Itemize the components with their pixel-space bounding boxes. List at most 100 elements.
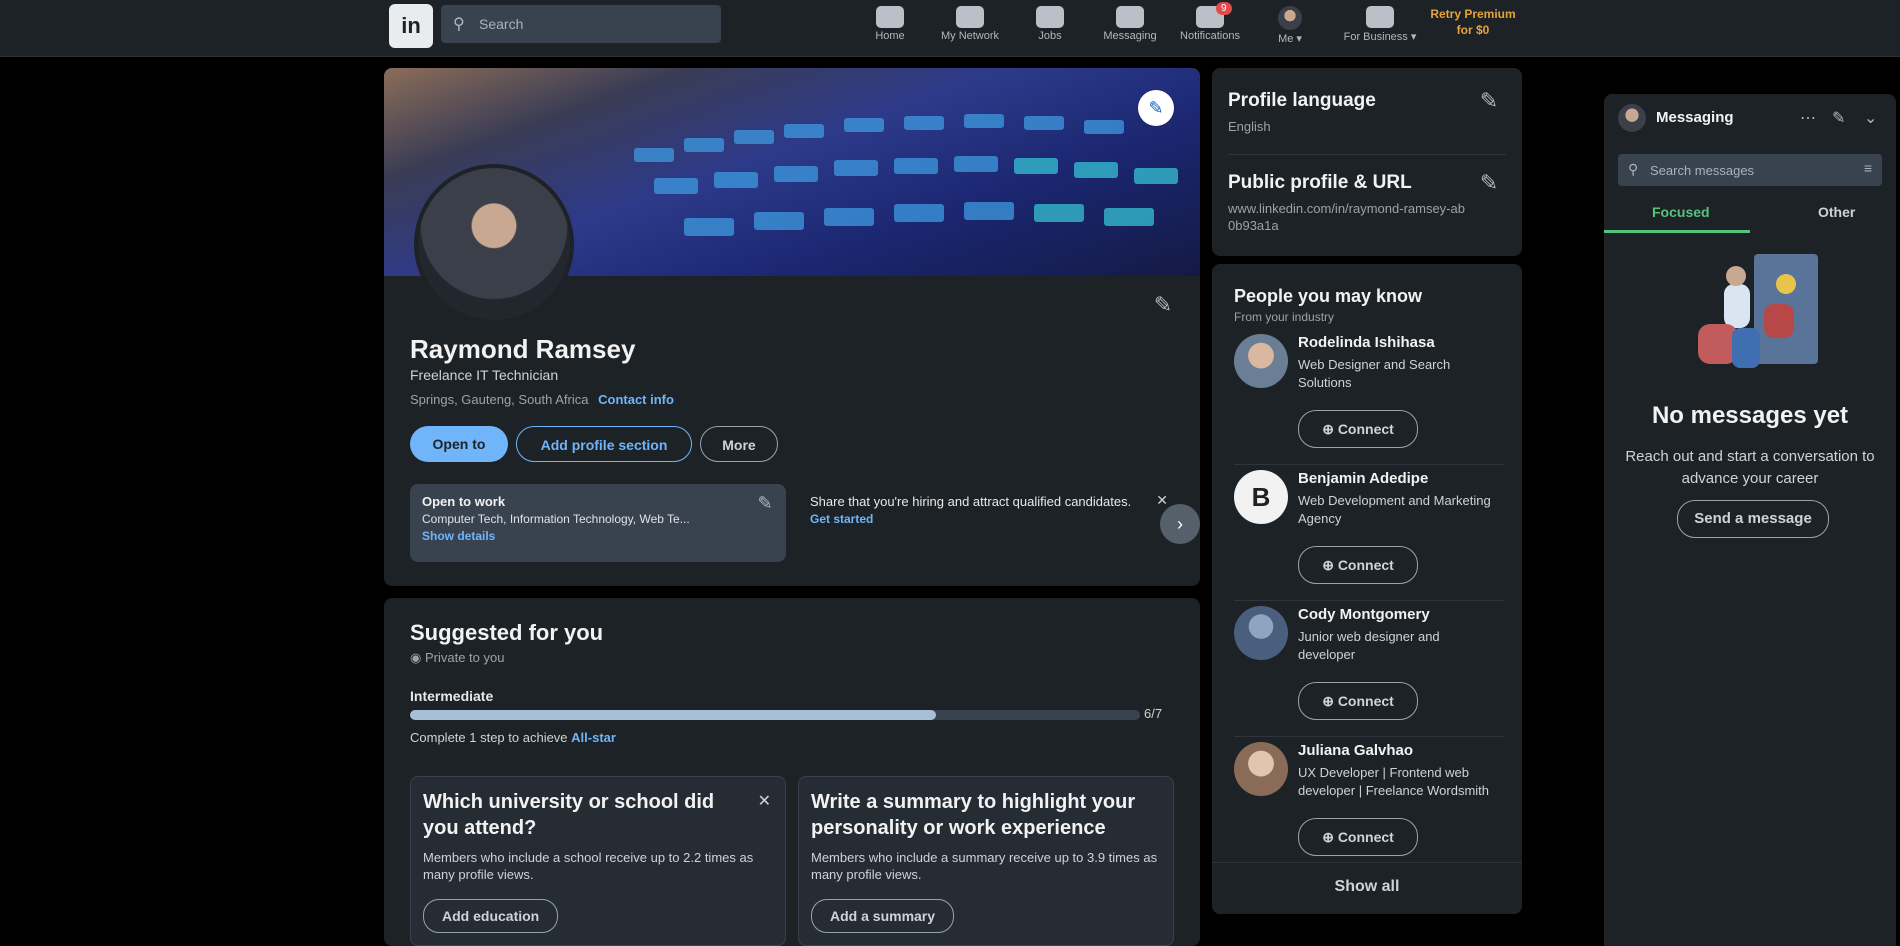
- progress-note-text: Complete 1 step to achieve: [410, 730, 568, 745]
- close-icon[interactable]: ✕: [1156, 492, 1168, 509]
- messaging-panel: Messaging ⋯ ✎ ⌄ ⚲ Search messages ≡ Focu…: [1604, 94, 1896, 946]
- public-profile-title: Public profile & URL: [1228, 172, 1412, 193]
- connect-button[interactable]: ⊕ Connect: [1298, 682, 1418, 720]
- hiring-card[interactable]: Share that you're hiring and attract qua…: [798, 484, 1174, 562]
- nav-jobs[interactable]: Jobs: [1010, 0, 1090, 52]
- add-education-button[interactable]: Add education: [423, 899, 559, 933]
- divider: [1228, 154, 1506, 155]
- divider: [1212, 862, 1522, 863]
- get-started-link[interactable]: Get started: [810, 512, 1162, 526]
- compose-icon[interactable]: ✎: [1832, 108, 1845, 128]
- person-desc: Web Designer and Search Solutions: [1298, 357, 1451, 390]
- nav-notifications-label: Notifications: [1180, 30, 1240, 42]
- grid-icon: [1366, 6, 1394, 28]
- pymk-title: People you may know: [1234, 286, 1423, 306]
- no-messages-title: No messages yet: [1651, 402, 1849, 429]
- message-icon: [1116, 6, 1144, 28]
- profile-avatar[interactable]: [414, 164, 574, 324]
- open-to-work-roles: Computer Tech, Information Technology, W…: [422, 512, 690, 526]
- suggestion-question: Write a summary to highlight your person…: [811, 791, 1136, 839]
- nav-home-label: Home: [875, 30, 905, 42]
- edit-language-pencil-icon[interactable]: ✎: [1472, 84, 1506, 118]
- person-name[interactable]: Benjamin Adedipe: [1298, 470, 1428, 487]
- more-icon[interactable]: ⋯: [1800, 108, 1816, 128]
- suggestion-desc: Members who include a summary receive up…: [811, 850, 1158, 882]
- profile-card: ✎ ✎ Raymond Ramsey Freelance IT Technici…: [384, 68, 1200, 586]
- add-profile-section-button[interactable]: Add profile section: [516, 426, 692, 462]
- message-search-input[interactable]: ⚲ Search messages ≡: [1618, 154, 1882, 186]
- edit-url-pencil-icon[interactable]: ✎: [1472, 166, 1506, 200]
- nav-notifications[interactable]: 9 Notifications: [1170, 0, 1250, 52]
- nav-messaging[interactable]: Messaging: [1090, 0, 1170, 52]
- nav-home[interactable]: Home: [850, 0, 930, 52]
- profile-language-title: Profile language: [1228, 90, 1376, 111]
- linkedin-logo-icon[interactable]: in: [389, 4, 433, 48]
- nav-for-business[interactable]: For Business ▾: [1340, 0, 1420, 52]
- profile-headline: Freelance IT Technician: [410, 367, 559, 383]
- avatar: [1618, 104, 1646, 132]
- camera-icon[interactable]: ✎: [1138, 90, 1174, 126]
- location-text: Springs, Gauteng, South Africa: [410, 392, 589, 407]
- person-name[interactable]: Rodelinda Ishihasa: [1298, 334, 1435, 351]
- carousel-next-button[interactable]: ›: [1160, 504, 1200, 544]
- contact-info-link[interactable]: Contact info: [598, 392, 674, 407]
- show-all-button[interactable]: Show all: [1212, 878, 1522, 896]
- pymk-subtitle: From your industry: [1234, 310, 1335, 324]
- edit-pencil-icon[interactable]: ✎: [748, 486, 782, 520]
- tab-focused[interactable]: Focused: [1652, 204, 1710, 220]
- person-name[interactable]: Cody Montgomery: [1298, 606, 1430, 623]
- search-placeholder: Search: [479, 16, 524, 32]
- nav-my-network[interactable]: My Network: [930, 0, 1010, 52]
- profile-settings-card: Profile language English ✎ Public profil…: [1212, 68, 1522, 256]
- suggestion-question: Which university or school did you atten…: [423, 791, 715, 839]
- person-name[interactable]: Juliana Galvhao: [1298, 742, 1413, 759]
- profile-strength-level: Intermediate: [410, 688, 494, 704]
- empty-messages-illustration: [1698, 254, 1818, 368]
- chevron-down-icon[interactable]: ⌄: [1864, 108, 1877, 128]
- profile-name: Raymond Ramsey: [410, 334, 636, 364]
- messaging-title[interactable]: Messaging: [1656, 109, 1734, 126]
- filter-icon[interactable]: ≡: [1864, 160, 1872, 176]
- person-desc: UX Developer | Frontend web developer | …: [1298, 765, 1490, 798]
- profile-strength-progress: [410, 710, 1140, 720]
- progress-note: Complete 1 step to achieve All-star: [410, 730, 616, 745]
- avatar[interactable]: [1234, 742, 1288, 796]
- avatar[interactable]: [1234, 606, 1288, 660]
- premium-link[interactable]: Retry Premium for $0: [1428, 6, 1518, 38]
- nav-jobs-label: Jobs: [1038, 30, 1062, 42]
- nav-messaging-label: Messaging: [1103, 30, 1157, 42]
- profile-location: Springs, Gauteng, South Africa Contact i…: [410, 392, 674, 407]
- person-card: Cody Montgomery Junior web designer and …: [1234, 606, 1504, 737]
- avatar[interactable]: [1234, 334, 1288, 388]
- nav-me[interactable]: Me ▾: [1250, 0, 1330, 52]
- open-to-button[interactable]: Open to: [410, 426, 508, 462]
- edit-intro-pencil-icon[interactable]: ✎: [1146, 288, 1180, 322]
- suggestion-education: Which university or school did you atten…: [410, 776, 786, 946]
- home-icon: [876, 6, 904, 28]
- suggested-title: Suggested for you: [410, 620, 604, 645]
- more-button[interactable]: More: [700, 426, 778, 462]
- network-icon: [956, 6, 984, 28]
- add-summary-button[interactable]: Add a summary: [811, 899, 955, 933]
- all-star-link[interactable]: All-star: [571, 730, 616, 745]
- close-icon[interactable]: ✕: [758, 791, 771, 811]
- nav-me-label: Me ▾: [1278, 33, 1302, 45]
- tab-other[interactable]: Other: [1818, 204, 1855, 220]
- progress-fill: [410, 710, 936, 720]
- avatar: [1278, 6, 1302, 30]
- connect-button[interactable]: ⊕ Connect: [1298, 410, 1418, 448]
- connect-button[interactable]: ⊕ Connect: [1298, 818, 1418, 856]
- person-card: Rodelinda Ishihasa Web Designer and Sear…: [1234, 334, 1504, 465]
- hiring-text: Share that you're hiring and attract qua…: [810, 494, 1132, 509]
- search-icon: ⚲: [1628, 161, 1639, 177]
- public-profile-url: www.linkedin.com/in/raymond-ramsey-ab0b9…: [1228, 201, 1465, 233]
- suggested-subtitle: ◉ Private to you: [410, 650, 505, 665]
- open-to-work-card[interactable]: Open to work Computer Tech, Information …: [410, 484, 786, 562]
- send-message-button[interactable]: Send a message: [1677, 500, 1829, 538]
- search-input[interactable]: ⚲ Search: [441, 5, 721, 43]
- show-details-link[interactable]: Show details: [422, 529, 774, 543]
- avatar[interactable]: B: [1234, 470, 1288, 524]
- person-card: B Benjamin Adedipe Web Development and M…: [1234, 470, 1504, 601]
- connect-button[interactable]: ⊕ Connect: [1298, 546, 1418, 584]
- connect-label: Connect: [1337, 829, 1394, 845]
